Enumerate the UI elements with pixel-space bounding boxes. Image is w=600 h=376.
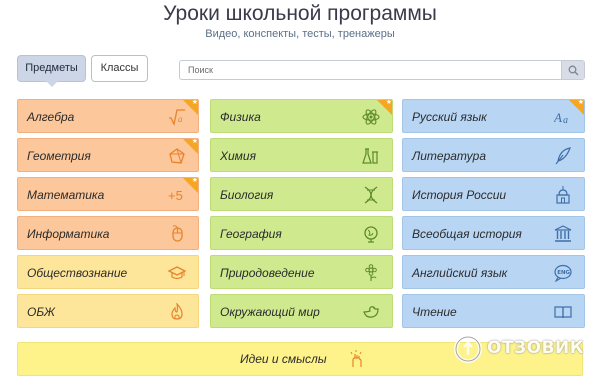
ideas-label: Идеи и смыслы [240,352,327,366]
subject-label: Английский язык [412,266,508,280]
subject-tile-geometry[interactable]: Геометрия [17,138,199,172]
subject-tile-biology[interactable]: Биология [210,177,393,211]
eng-bubble-icon: ENG [554,264,572,282]
svg-text:ENG: ENG [557,270,570,276]
search-box [179,60,585,80]
otzovik-watermark: ОТЗОВИК [453,334,600,364]
subject-label: География [220,227,282,241]
subject-label: Чтение [412,305,457,319]
subject-tile-literature[interactable]: Литература [402,138,585,172]
star-badge [183,178,198,193]
tab-grades[interactable]: Классы [91,55,148,82]
subject-label: Информатика [27,227,110,241]
hand-ideas-icon [350,350,362,367]
otzovik-logo-icon [454,335,482,363]
star-badge [377,100,392,115]
graduation-cap-icon [168,266,186,280]
subjects-column-2: Физика Химия Биология География [210,99,393,333]
subject-tile-social-studies[interactable]: Обществознание [17,255,199,289]
church-icon [556,186,570,204]
mouse-icon [172,225,183,242]
quill-icon [555,147,571,165]
svg-text:a: a [178,114,183,124]
subject-tile-algebra[interactable]: Алгебра a [17,99,199,133]
subject-tile-geography[interactable]: География [210,216,393,250]
subjects-column-3: Русский язык A a Литература История Росс… [402,99,585,333]
subject-label: История России [412,188,507,202]
globe-icon [364,226,378,243]
subject-tile-obzh[interactable]: ОБЖ [17,294,199,328]
subject-tile-physics[interactable]: Физика [210,99,393,133]
search-input[interactable] [180,61,568,79]
subject-tile-chemistry[interactable]: Химия [210,138,393,172]
bird-icon [363,306,379,318]
subject-tile-informatics[interactable]: Информатика [17,216,199,250]
svg-text:+5: +5 [168,188,183,203]
subject-label: ОБЖ [27,305,55,319]
flasks-icon [362,148,378,164]
search-icon [568,65,578,75]
subject-label: Алгебра [27,110,75,124]
dna-icon [364,186,378,204]
subject-label: Физика [220,110,261,124]
subject-label: Геометрия [27,149,91,163]
svg-text:A: A [554,110,562,125]
subject-tile-english[interactable]: Английский язык ENG [402,255,585,289]
tab-subjects[interactable]: Предметы [17,55,86,87]
flower-icon [365,264,377,281]
subject-tile-world-history[interactable]: Всеобщая история [402,216,585,250]
page-subtitle: Видео, конспекты, тесты, тренажеры [205,28,395,40]
subject-label: Русский язык [412,110,487,124]
search-button[interactable] [561,61,584,79]
subject-tile-world-around[interactable]: Окружающий мир [210,294,393,328]
subject-label: Математика [27,188,105,202]
subjects-column-1: Алгебра a Геометрия Математика +5 Информ… [17,99,199,333]
star-badge [183,139,198,154]
subject-tile-nature-studies[interactable]: Природоведение [210,255,393,289]
subject-label: Всеобщая история [412,227,522,241]
subject-label: Природоведение [220,266,315,280]
subject-tile-russian[interactable]: Русский язык A a [402,99,585,133]
flame-icon [171,303,183,320]
subject-label: Окружающий мир [220,305,320,319]
open-book-icon [554,306,572,319]
svg-text:a: a [563,115,568,126]
star-badge [569,100,584,115]
subject-tile-reading[interactable]: Чтение [402,294,585,328]
subject-label: Биология [220,188,274,202]
subject-label: Литература [412,149,486,163]
subject-tile-math[interactable]: Математика +5 [17,177,199,211]
subject-tile-russian-history[interactable]: История России [402,177,585,211]
watermark-text: ОТЗОВИК [487,338,585,358]
columns-building-icon [554,225,572,242]
subject-label: Обществознание [27,266,128,280]
subject-label: Химия [220,149,256,163]
page-title: Уроки школьной программы [163,2,437,25]
star-badge [183,100,198,115]
